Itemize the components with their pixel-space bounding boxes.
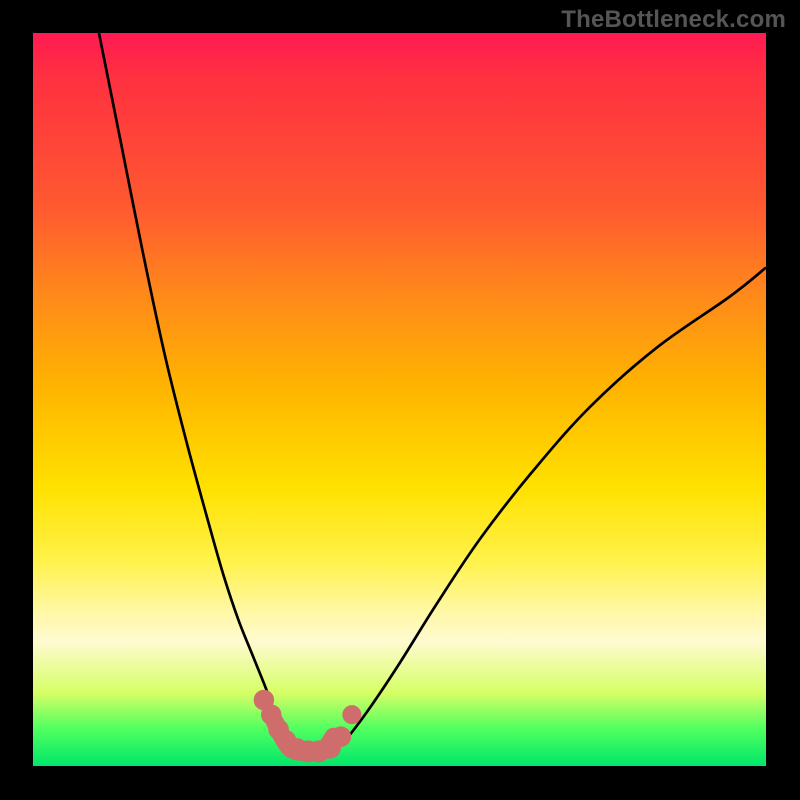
plot-area	[33, 33, 766, 766]
watermark-text: TheBottleneck.com	[561, 6, 786, 34]
valley-marker	[331, 726, 352, 747]
valley-markers	[254, 690, 362, 763]
chart-frame: TheBottleneck.com	[0, 0, 800, 800]
right-curve	[334, 268, 766, 752]
valley-marker	[342, 705, 361, 724]
chart-svg	[33, 33, 766, 766]
left-curve	[99, 33, 304, 751]
